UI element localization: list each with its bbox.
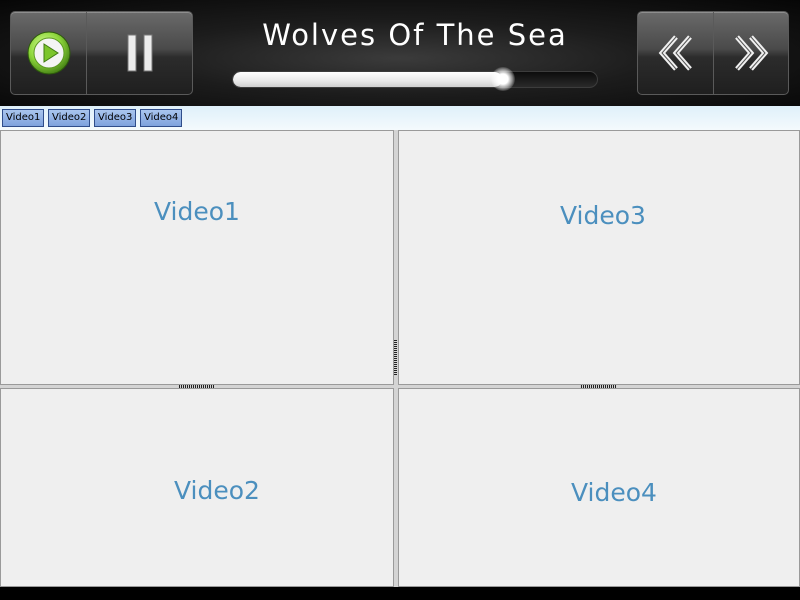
video-pane-2[interactable]: Video2 <box>0 388 394 587</box>
bottom-bar <box>0 587 800 600</box>
video-pane-label: Video4 <box>571 478 657 507</box>
media-player-app: Wolves Of The Sea Video1 Video2 Video3 V… <box>0 0 800 600</box>
pause-icon <box>127 34 152 72</box>
track-title: Wolves Of The Sea <box>262 18 568 52</box>
player-toolbar: Wolves Of The Sea <box>0 0 800 106</box>
video-pane-label: Video3 <box>560 201 646 230</box>
play-button[interactable] <box>10 11 86 95</box>
progress-fill <box>233 72 503 87</box>
splitter-grip <box>394 340 397 376</box>
video-pane-3[interactable]: Video3 <box>398 130 800 385</box>
next-button[interactable] <box>713 11 789 95</box>
previous-button[interactable] <box>637 11 713 95</box>
video-grid: Video1 Video2 Video3 Video4 <box>0 130 800 587</box>
video-tab-strip: Video1 Video2 Video3 Video4 <box>0 106 800 130</box>
pause-button[interactable] <box>86 11 193 95</box>
video-pane-label: Video1 <box>154 197 240 226</box>
progress-bar[interactable] <box>232 71 598 88</box>
play-icon <box>27 31 70 75</box>
video-pane-label: Video2 <box>174 476 260 505</box>
tab-video4[interactable]: Video4 <box>140 109 183 127</box>
video-pane-4[interactable]: Video4 <box>398 388 800 587</box>
tab-video1[interactable]: Video1 <box>2 109 45 127</box>
progress-handle[interactable] <box>490 67 515 91</box>
tab-video2[interactable]: Video2 <box>48 109 91 127</box>
video-pane-1[interactable]: Video1 <box>0 130 394 385</box>
skip-forward-icon <box>735 35 769 71</box>
skip-back-icon <box>658 35 692 71</box>
tab-video3[interactable]: Video3 <box>94 109 137 127</box>
